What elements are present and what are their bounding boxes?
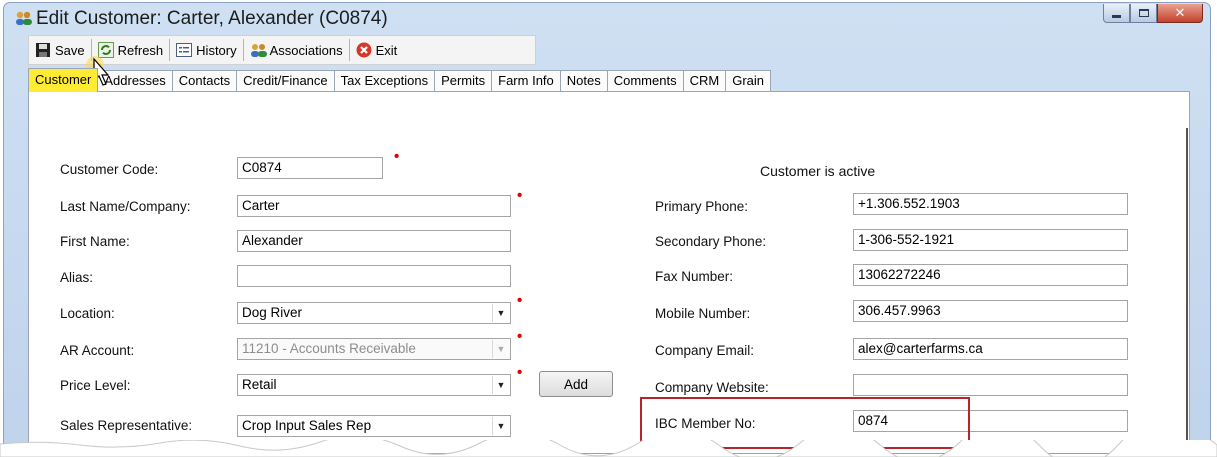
add-price-level-button[interactable]: Add <box>539 371 613 397</box>
customer-code-field[interactable]: C0874 <box>237 157 383 179</box>
dropdown-arrow-icon[interactable]: ▼ <box>492 304 509 322</box>
fax-number-field[interactable]: 13062272246 <box>853 264 1128 286</box>
location-dropdown[interactable]: Dog River ▼ <box>237 302 511 324</box>
tab-credit-finance[interactable]: Credit/Finance <box>236 70 335 92</box>
minimize-icon <box>1112 14 1121 18</box>
primary-phone-label: Primary Phone: <box>655 199 749 214</box>
maximize-button[interactable] <box>1130 4 1157 23</box>
tab-crm[interactable]: CRM <box>682 70 727 92</box>
tab-contacts[interactable]: Contacts <box>171 70 238 92</box>
title-bar[interactable]: Edit Customer: Carter, Alexander (C0874)… <box>4 3 1210 35</box>
save-label: Save <box>55 42 85 58</box>
dropdown-arrow-icon[interactable]: ▼ <box>492 417 509 435</box>
minimize-button[interactable] <box>1103 4 1130 23</box>
ar-account-label: AR Account: <box>60 343 135 358</box>
exit-button[interactable]: Exit <box>350 37 404 63</box>
window-title: Edit Customer: Carter, Alexander (C0874) <box>36 8 388 29</box>
ar-account-value: 11210 - Accounts Receivable <box>242 341 416 356</box>
secondary-phone-field[interactable]: 1-306-552-1921 <box>853 229 1128 251</box>
first-name-label: First Name: <box>60 234 130 249</box>
price-level-dropdown[interactable]: Retail ▼ <box>237 374 511 396</box>
tab-strip: Customer Addresses Contacts Credit/Finan… <box>28 68 771 92</box>
fax-number-label: Fax Number: <box>655 269 734 284</box>
maximize-icon <box>1138 9 1149 17</box>
primary-phone-field[interactable]: +1.306.552.1903 <box>853 193 1128 215</box>
required-marker: • <box>517 292 523 309</box>
mobile-number-label: Mobile Number: <box>655 306 751 321</box>
associations-icon <box>250 42 267 58</box>
price-level-value: Retail <box>242 377 277 392</box>
tab-grain[interactable]: Grain <box>725 70 771 92</box>
close-button[interactable]: ✕ <box>1157 4 1203 23</box>
company-website-field[interactable] <box>853 374 1128 396</box>
history-label: History <box>196 42 237 58</box>
first-name-field[interactable]: Alexander <box>237 230 511 252</box>
location-value: Dog River <box>242 305 303 320</box>
ar-account-dropdown: 11210 - Accounts Receivable ▼ <box>237 338 511 360</box>
required-marker: • <box>517 364 523 381</box>
exit-icon <box>356 42 372 58</box>
torn-edge <box>0 440 1217 457</box>
sales-rep-dropdown[interactable]: Crop Input Sales Rep ▼ <box>237 415 511 437</box>
tab-notes[interactable]: Notes <box>559 70 608 92</box>
required-marker: • <box>517 187 523 204</box>
secondary-phone-label: Secondary Phone: <box>655 234 767 249</box>
exit-label: Exit <box>375 42 398 58</box>
associations-button[interactable]: Associations <box>244 37 349 63</box>
location-label: Location: <box>60 306 115 321</box>
history-button[interactable]: History <box>170 37 242 63</box>
mobile-number-field[interactable]: 306.457.9963 <box>853 300 1128 322</box>
tab-tax-exceptions[interactable]: Tax Exceptions <box>333 70 436 92</box>
company-email-label: Company Email: <box>655 343 755 358</box>
floppy-disk-icon <box>35 42 51 58</box>
tab-comments[interactable]: Comments <box>606 70 684 92</box>
customer-status-text: Customer is active <box>760 163 876 179</box>
price-level-label: Price Level: <box>60 378 131 393</box>
save-button[interactable]: Save <box>29 37 91 63</box>
required-marker: • <box>394 148 400 165</box>
history-icon <box>176 42 193 58</box>
tab-permits[interactable]: Permits <box>434 70 493 92</box>
company-email-field[interactable]: alex@carterfarms.ca <box>853 338 1128 360</box>
alias-label: Alias: <box>60 270 94 285</box>
dropdown-arrow-icon[interactable]: ▼ <box>492 376 509 394</box>
last-name-field[interactable]: Carter <box>237 195 511 217</box>
panel-border <box>1186 128 1188 452</box>
dropdown-arrow-icon: ▼ <box>492 340 509 358</box>
alias-field[interactable] <box>237 265 511 287</box>
company-website-label: Company Website: <box>655 380 769 395</box>
tab-farm-info[interactable]: Farm Info <box>491 70 561 92</box>
sales-rep-value: Crop Input Sales Rep <box>242 418 372 433</box>
required-marker: • <box>517 328 523 345</box>
customers-icon <box>14 10 34 26</box>
refresh-label: Refresh <box>117 42 164 58</box>
last-name-label: Last Name/Company: <box>60 199 191 214</box>
tab-customer[interactable]: Customer <box>28 68 99 92</box>
sales-rep-label: Sales Representative: <box>60 418 193 433</box>
customer-code-label: Customer Code: <box>60 162 159 177</box>
close-icon: ✕ <box>1174 5 1186 20</box>
associations-label: Associations <box>269 42 343 58</box>
